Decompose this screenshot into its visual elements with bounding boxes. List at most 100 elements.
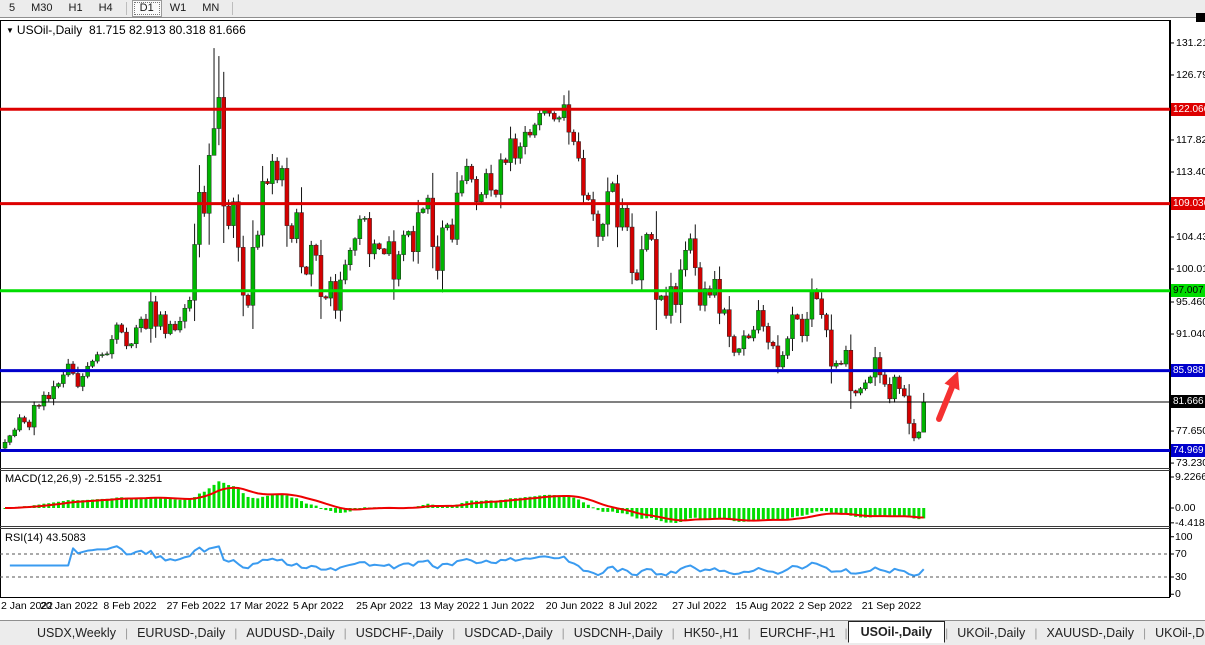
candle-body xyxy=(207,155,211,213)
candle-body xyxy=(577,142,581,159)
macd-histogram-bar xyxy=(315,506,318,508)
candle-body xyxy=(897,377,901,389)
macd-histogram-bar xyxy=(538,496,541,508)
candle-body xyxy=(27,422,31,427)
date-tick-label: 13 May 2022 xyxy=(419,600,480,612)
macd-histogram-bar xyxy=(655,508,658,520)
chart-tab-xauusd-daily[interactable]: XAUUSD-,Daily xyxy=(1037,623,1143,643)
macd-histogram-bar xyxy=(72,500,75,508)
timeframe-button-h1[interactable]: H1 xyxy=(61,0,91,17)
macd-histogram-bar xyxy=(703,508,706,519)
macd-histogram-bar xyxy=(606,508,609,512)
macd-histogram-bar xyxy=(81,500,84,508)
candle-body xyxy=(509,139,513,163)
candle-body xyxy=(805,319,809,336)
candle-body xyxy=(912,423,916,437)
macd-histogram-bar xyxy=(533,496,536,508)
candle-body xyxy=(188,300,192,308)
macd-histogram-bar xyxy=(733,508,736,521)
macd-histogram-bar xyxy=(908,508,911,517)
timeframe-button-5[interactable]: 5 xyxy=(1,0,23,17)
macd-histogram-bar xyxy=(548,495,551,508)
candle-body xyxy=(752,330,756,338)
macd-histogram-bar xyxy=(752,508,755,521)
macd-histogram-bar xyxy=(660,508,663,521)
candle-body xyxy=(771,342,775,346)
candle-body xyxy=(324,297,328,298)
chart-tab-usdx-weekly[interactable]: USDX,Weekly xyxy=(28,623,125,643)
candle-body xyxy=(13,430,17,436)
chart-tab-eurchf-h1[interactable]: EURCHF-,H1 xyxy=(751,623,845,643)
chart-tab-usdcnh-daily[interactable]: USDCNH-,Daily xyxy=(565,623,672,643)
macd-histogram-bar xyxy=(767,508,770,519)
macd-histogram-bar xyxy=(776,508,779,520)
candle-body xyxy=(120,325,124,332)
candle-body xyxy=(494,190,498,194)
chart-tab-ukoil-daily[interactable]: UKOil-,Daily xyxy=(948,623,1034,643)
chart-tab-usoil-daily[interactable]: USOil-,Daily xyxy=(848,621,946,643)
candle-body xyxy=(727,310,731,337)
chart-tab-eurusd-daily[interactable]: EURUSD-,Daily xyxy=(128,623,234,643)
macd-histogram-bar xyxy=(757,508,760,520)
bullish-arrow-shaft[interactable] xyxy=(939,387,952,419)
macd-histogram-bar xyxy=(490,500,493,508)
rsi-line xyxy=(10,546,924,575)
macd-histogram-bar xyxy=(728,508,731,520)
price-tick-label: 100.010 xyxy=(1176,263,1205,275)
symbol-dropdown-icon[interactable]: ▼ xyxy=(6,26,14,35)
candle-body xyxy=(795,315,799,319)
macd-histogram-bar xyxy=(237,489,240,508)
macd-histogram-bar xyxy=(772,508,775,519)
candle-body xyxy=(217,97,221,128)
bullish-arrow-head[interactable] xyxy=(945,371,960,391)
macd-histogram-bar xyxy=(815,508,818,512)
timeframe-button-w1[interactable]: W1 xyxy=(162,0,195,17)
timeframe-button-m30[interactable]: M30 xyxy=(23,0,60,17)
price-badge-81.666: 81.666 xyxy=(1171,395,1205,408)
candle-body xyxy=(285,168,289,225)
candle-body xyxy=(440,228,444,271)
candle-body xyxy=(100,355,104,356)
chart-tab-audusd-daily[interactable]: AUDUSD-,Daily xyxy=(237,623,343,643)
macd-histogram-bar xyxy=(149,497,152,508)
macd-histogram-bar xyxy=(810,508,813,513)
macd-histogram-bar xyxy=(528,497,531,508)
macd-histogram-bar xyxy=(169,499,172,508)
macd-histogram-bar xyxy=(47,503,50,508)
macd-histogram-bar xyxy=(504,499,507,508)
macd-histogram-bar xyxy=(290,498,293,508)
candle-body xyxy=(664,296,668,316)
timeframe-button-mn[interactable]: MN xyxy=(194,0,227,17)
candle-body xyxy=(363,218,367,219)
macd-histogram-bar xyxy=(397,508,400,509)
corner-marker-icon xyxy=(1196,13,1205,22)
candle-body xyxy=(319,255,323,296)
price-badge-74.969: 74.969 xyxy=(1171,444,1205,457)
candle-body xyxy=(368,218,372,254)
candle-body xyxy=(475,179,479,201)
macd-histogram-bar xyxy=(426,504,429,508)
chart-tab-hk50-h1[interactable]: HK50-,H1 xyxy=(675,623,748,643)
macd-histogram-bar xyxy=(67,500,70,508)
timeframe-button-h4[interactable]: H4 xyxy=(91,0,121,17)
chart-tab-usdcad-daily[interactable]: USDCAD-,Daily xyxy=(455,623,561,643)
timeframe-button-d1[interactable]: D1 xyxy=(132,0,162,17)
macd-histogram-bar xyxy=(208,488,211,508)
macd-histogram-bar xyxy=(796,508,799,516)
candle-body xyxy=(907,396,911,424)
candle-body xyxy=(849,350,853,391)
macd-histogram-bar xyxy=(499,500,502,508)
macd-histogram-bar xyxy=(601,508,604,512)
macd-histogram-bar xyxy=(164,498,167,508)
macd-histogram-bar xyxy=(227,485,230,508)
candle-body xyxy=(786,339,790,356)
date-tick-label: 17 Mar 2022 xyxy=(230,600,289,612)
candle-body xyxy=(917,432,921,438)
chart-ohlc-values: 81.715 82.913 80.318 81.666 xyxy=(89,23,246,37)
chart-tab-usdchf-daily[interactable]: USDCHF-,Daily xyxy=(347,623,453,643)
macd-indicator-label: MACD(12,26,9) -2.5155 -2.3251 xyxy=(5,473,162,485)
chart-tab-ukoil-da[interactable]: UKOil-,Da xyxy=(1146,623,1205,643)
macd-histogram-bar xyxy=(791,508,794,517)
macd-histogram-bar xyxy=(305,504,308,508)
candle-body xyxy=(377,244,381,249)
